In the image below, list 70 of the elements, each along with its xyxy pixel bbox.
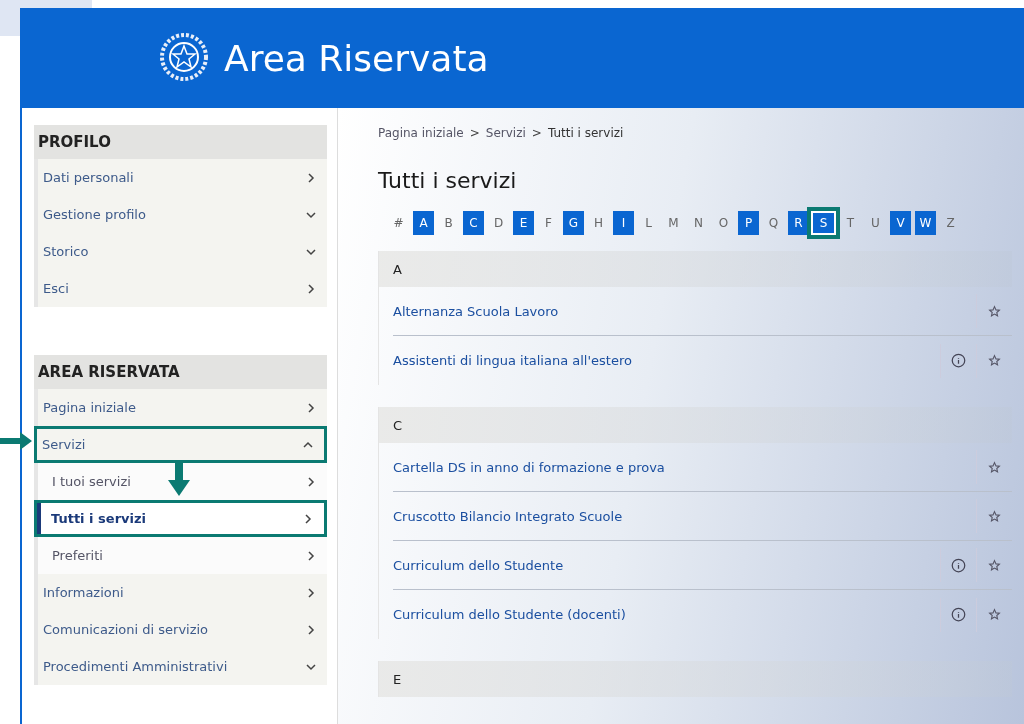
breadcrumb-link[interactable]: Servizi [485,126,526,140]
chevron-right-icon [305,475,317,488]
breadcrumb-separator: > [469,126,480,140]
group-heading: A [379,251,1012,287]
sidebar-item[interactable]: Pagina iniziale [34,389,327,426]
star-icon [988,608,1001,621]
sidebar-item[interactable]: Tutti i servizi [34,500,327,537]
star-icon [988,509,1001,523]
letter-filter[interactable]: N [688,211,709,235]
letter-filter[interactable]: D [488,211,509,235]
breadcrumb-separator: > [531,126,542,140]
letter-filter[interactable]: O [713,211,734,235]
letter-filter[interactable]: # [388,211,409,235]
letter-filter[interactable]: I [613,211,634,235]
service-link[interactable]: Curriculum dello Studente (docenti) [393,607,940,622]
chevron-right-icon [305,586,317,599]
sidebar-section-title: AREA RISERVATA [34,355,327,389]
breadcrumb-link[interactable]: Pagina iniziale [378,126,464,140]
header-title: Area Riservata [224,37,489,79]
sidebar-item[interactable]: I tuoi servizi [34,463,327,500]
chevron-right-icon [305,623,317,636]
star-icon [988,460,1001,474]
letter-filter[interactable]: A [413,211,434,235]
letter-filter[interactable]: Z [940,211,961,235]
star-icon [988,558,1001,572]
group-heading: C [379,407,1012,443]
letter-filter[interactable]: W [915,211,936,235]
letter-filter[interactable]: C [463,211,484,235]
letter-filter[interactable]: T [840,211,861,235]
letter-filter[interactable]: B [438,211,459,235]
letter-filter[interactable]: P [738,211,759,235]
sidebar-item[interactable]: Storico [34,233,327,270]
sidebar-item[interactable]: Servizi [34,426,327,463]
sidebar-item[interactable]: Informazioni [34,574,327,611]
letter-filter[interactable]: H [588,211,609,235]
chevron-right-icon [305,282,317,295]
chevron-right-icon [305,401,317,414]
letter-filter[interactable]: Q [763,211,784,235]
service-link[interactable]: Cartella DS in anno di formazione e prova [393,459,976,475]
sidebar-item[interactable]: Gestione profilo [34,196,327,233]
service-link[interactable]: Curriculum dello Studente [393,557,940,573]
star-icon [988,354,1001,367]
sidebar-item[interactable]: Procedimenti Amministrativi [34,648,327,685]
letter-filter[interactable]: E [513,211,534,235]
letter-filter[interactable]: R [788,211,809,235]
service-link[interactable]: Assistenti di lingua italiana all'estero [393,353,940,368]
service-link[interactable]: Cruscotto Bilancio Integrato Scuole [393,508,976,524]
chevron-right-icon [305,171,317,184]
info-icon [951,557,966,573]
letter-filter[interactable]: V [890,211,911,235]
star-icon [988,304,1001,318]
letter-filter[interactable]: F [538,211,559,235]
letter-filter[interactable]: U [865,211,886,235]
annotation-arrow [0,431,34,451]
letter-filter[interactable]: M [663,211,684,235]
info-icon [951,353,966,368]
sidebar-item[interactable]: Preferiti [34,537,327,574]
chevron-right-icon [302,512,314,525]
sidebar-item[interactable]: Esci [34,270,327,307]
letter-filter[interactable]: S [807,207,840,239]
sidebar-section-title: PROFILO [34,125,327,159]
letter-filter[interactable]: G [563,211,584,235]
page-title: Tutti i servizi [378,168,518,193]
service-link[interactable]: Alternanza Scuola Lavoro [393,303,976,319]
info-icon [951,607,966,622]
sidebar-item[interactable]: Comunicazioni di servizio [34,611,327,648]
letter-filter[interactable]: L [638,211,659,235]
sidebar-item[interactable]: Dati personali [34,159,327,196]
breadcrumb-link[interactable]: Tutti i servizi [547,126,624,140]
chevron-right-icon [305,549,317,562]
